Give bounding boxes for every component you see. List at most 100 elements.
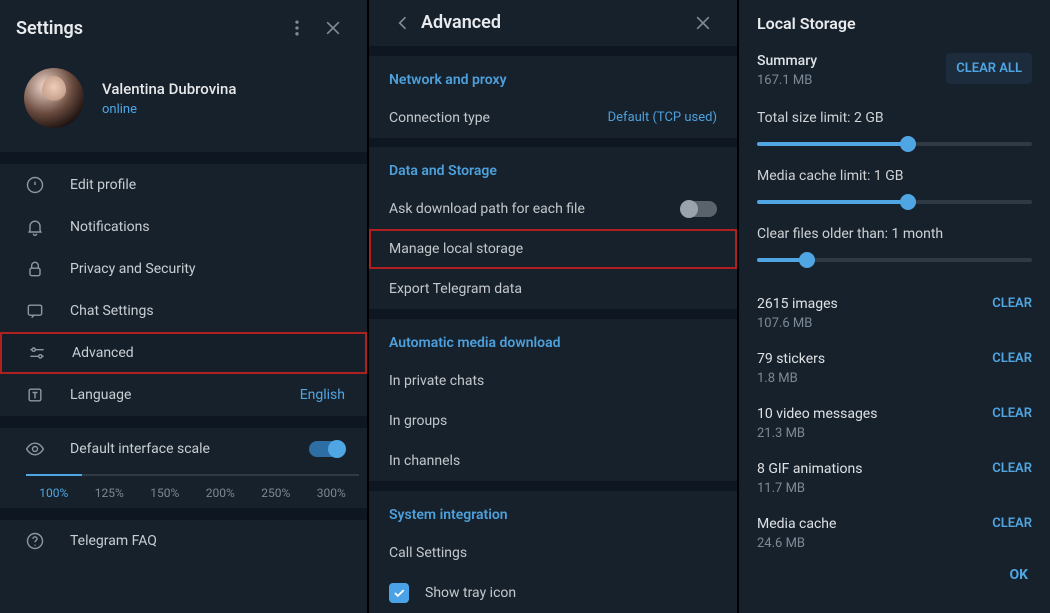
manage-local-storage-row[interactable]: Manage local storage (369, 229, 737, 269)
scale-option[interactable]: 150% (137, 474, 193, 500)
menu-item-notifications[interactable]: Notifications (0, 206, 367, 248)
advanced-panel: Advanced Network and proxy Connection ty… (369, 0, 739, 613)
profile-name: Valentina Dubrovina (102, 80, 236, 98)
stat-title: Media cache (757, 516, 836, 532)
settings-title: Settings (16, 18, 279, 39)
scale-option[interactable]: 200% (193, 474, 249, 500)
tray-icon-row[interactable]: Show tray icon (369, 573, 737, 613)
slider-label: Total size limit: 2 GB (757, 110, 1032, 126)
ask-download-path-label: Ask download path for each file (389, 201, 585, 217)
separator (0, 508, 367, 520)
separator (369, 309, 737, 319)
menu-item-privacy-and-security[interactable]: Privacy and Security (0, 248, 367, 290)
default-scale-label: Default interface scale (70, 441, 210, 457)
menu-item-label: Chat Settings (70, 303, 154, 319)
storage-stat-row: 2615 images 107.6 MB CLEAR (757, 286, 1032, 341)
ok-button[interactable]: OK (1009, 567, 1028, 583)
separator (369, 138, 737, 148)
slider[interactable] (757, 258, 1032, 262)
scale-toggle[interactable] (309, 441, 345, 457)
clear-button[interactable]: CLEAR (992, 351, 1032, 366)
profile-block[interactable]: Valentina Dubrovina online (0, 56, 367, 152)
back-icon[interactable] (385, 5, 421, 41)
auto-private-row[interactable]: In private chats (369, 361, 737, 401)
slider[interactable] (757, 200, 1032, 204)
connection-type-row[interactable]: Connection type Default (TCP used) (369, 98, 737, 138)
separator (0, 416, 367, 428)
menu-item-right: English (300, 387, 345, 403)
stat-size: 107.6 MB (757, 316, 838, 331)
ask-download-path-row[interactable]: Ask download path for each file (369, 189, 737, 229)
scale-option[interactable]: 250% (248, 474, 304, 500)
storage-stat-row: 79 stickers1.8 MBCLEAR (757, 341, 1032, 396)
close-icon[interactable] (315, 10, 351, 46)
auto-groups-row[interactable]: In groups (369, 401, 737, 441)
profile-icon (22, 175, 48, 195)
auto-channels-label: In channels (389, 453, 460, 469)
stat-size: 11.7 MB (757, 481, 862, 496)
menu-item-label: Language (70, 387, 131, 403)
call-settings-row[interactable]: Call Settings (369, 533, 737, 573)
close-icon[interactable] (685, 5, 721, 41)
faq-row[interactable]: Telegram FAQ (0, 520, 367, 562)
local-storage-panel: Local Storage Summary 167.1 MB CLEAR ALL… (739, 0, 1050, 613)
scale-options[interactable]: 100%125%150%200%250%300% (0, 470, 367, 508)
menu-item-chat-settings[interactable]: Chat Settings (0, 290, 367, 332)
clear-button[interactable]: CLEAR (992, 516, 1032, 531)
connection-type-label: Connection type (389, 110, 490, 126)
tray-checkbox[interactable] (389, 583, 409, 603)
slider-label: Clear files older than: 1 month (757, 226, 1032, 242)
menu-item-edit-profile[interactable]: Edit profile (0, 164, 367, 206)
sliders-icon (24, 343, 50, 363)
separator (0, 152, 367, 164)
settings-header: Settings (0, 0, 367, 56)
ask-download-toggle[interactable] (681, 201, 717, 217)
clear-button[interactable]: CLEAR (992, 406, 1032, 421)
stat-title: 10 video messages (757, 406, 877, 422)
export-data-row[interactable]: Export Telegram data (369, 269, 737, 309)
menu-item-label: Edit profile (70, 177, 136, 193)
call-settings-label: Call Settings (389, 545, 467, 561)
stat-title: 8 GIF animations (757, 461, 862, 477)
storage-stats: 2615 images107.6 MBCLEAR79 stickers1.8 M… (757, 286, 1032, 561)
more-icon[interactable] (279, 10, 315, 46)
summary-size: 167.1 MB (757, 73, 817, 88)
lock-icon (22, 259, 48, 279)
advanced-header: Advanced (369, 0, 737, 46)
storage-stat-row: 8 GIF animations 11.7 MB CLEAR (757, 451, 1032, 506)
clear-all-button[interactable]: CLEAR ALL (946, 53, 1032, 84)
connection-type-value: Default (TCP used) (608, 110, 717, 125)
faq-label: Telegram FAQ (70, 533, 157, 549)
menu-item-language[interactable]: Language English (0, 374, 367, 416)
chat-icon (22, 301, 48, 321)
storage-stat-row: 10 video messages21.3 MBCLEAR (757, 396, 1032, 451)
slider-label: Media cache limit: 1 GB (757, 168, 1032, 184)
menu-item-label: Advanced (72, 345, 134, 361)
scale-option[interactable]: 300% (304, 474, 360, 500)
avatar (24, 68, 84, 128)
section-network: Network and proxy (369, 56, 737, 98)
separator (369, 46, 737, 56)
export-data-label: Export Telegram data (389, 281, 522, 297)
storage-stat-row: Media cache 24.6 MB CLEAR (757, 506, 1032, 561)
scale-option[interactable]: 100% (26, 474, 82, 500)
summary-label: Summary (757, 53, 817, 69)
lang-icon (22, 385, 48, 405)
menu-item-advanced[interactable]: Advanced (0, 332, 367, 374)
eye-icon (22, 439, 48, 459)
stat-size: 24.6 MB (757, 536, 836, 551)
stat-title: 2615 images (757, 296, 838, 312)
slider[interactable] (757, 142, 1032, 146)
auto-private-label: In private chats (389, 373, 484, 389)
clear-button[interactable]: CLEAR (992, 296, 1032, 311)
separator (369, 481, 737, 491)
auto-groups-label: In groups (389, 413, 447, 429)
help-icon (22, 531, 48, 551)
scale-option[interactable]: 125% (82, 474, 138, 500)
default-scale-row[interactable]: Default interface scale (0, 428, 367, 470)
stat-size: 1.8 MB (757, 371, 825, 386)
clear-button[interactable]: CLEAR (992, 461, 1032, 476)
section-auto: Automatic media download (369, 319, 737, 361)
settings-panel: Settings Valentina Dubrovina online Edit… (0, 0, 369, 613)
auto-channels-row[interactable]: In channels (369, 441, 737, 481)
